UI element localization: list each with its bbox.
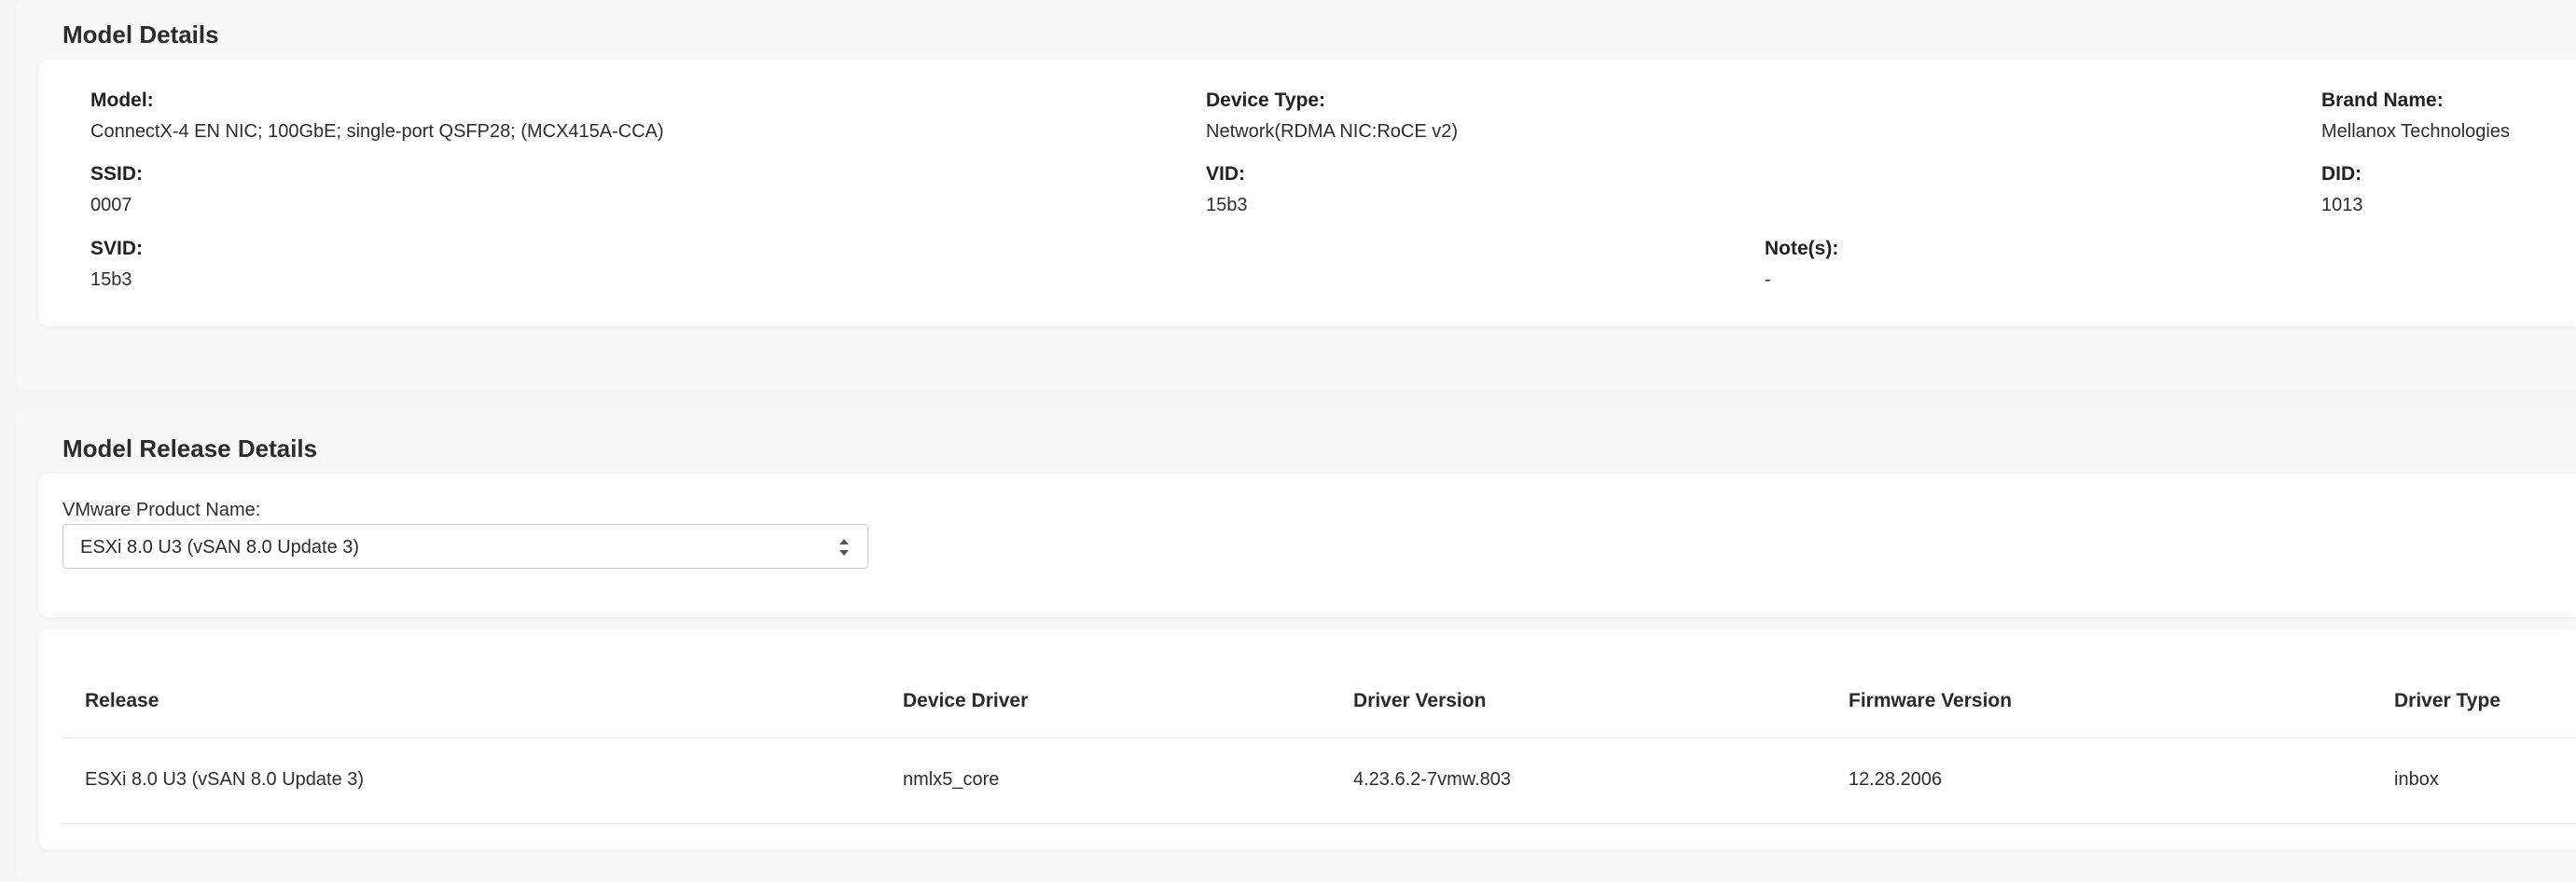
model-field: Model: ConnectX-4 EN NIC; 100GbE; single…	[90, 90, 664, 143]
row-divider	[62, 823, 2576, 824]
model-release-title: Model Release Details	[62, 434, 318, 462]
brand-name-value: Mellanox Technologies	[2321, 121, 2510, 142]
cell-firmware-version: 12.28.2006	[1849, 769, 1943, 790]
svid-field: SVID: 15b3	[90, 238, 143, 291]
vid-value: 15b3	[1206, 195, 1248, 215]
cell-device-driver: nmlx5_core	[903, 769, 1000, 790]
did-value: 1013	[2321, 195, 2363, 215]
notes-label: Note(s):	[1765, 238, 1839, 259]
device-type-field: Device Type: Network(RDMA NIC:RoCE v2)	[1206, 90, 1458, 143]
header-divider	[62, 737, 2576, 738]
product-select-label: VMware Product Name:	[62, 500, 261, 520]
product-select-card: VMware Product Name: ESXi 8.0 U3 (vSAN 8…	[39, 474, 2576, 617]
header-device-driver: Device Driver	[903, 690, 1029, 711]
vid-field: VID: 15b3	[1206, 163, 1248, 216]
model-details-card: Model: ConnectX-4 EN NIC; 100GbE; single…	[39, 60, 2576, 326]
cell-driver-type: inbox	[2394, 769, 2439, 790]
brand-name-label: Brand Name:	[2321, 90, 2444, 111]
notes-value: -	[1765, 269, 1771, 290]
header-driver-type: Driver Type	[2394, 690, 2500, 711]
sort-caret-icon	[839, 539, 849, 556]
product-select-value: ESXi 8.0 U3 (vSAN 8.0 Update 3)	[80, 537, 360, 558]
vid-label: VID:	[1206, 163, 1245, 185]
cell-release: ESXi 8.0 U3 (vSAN 8.0 Update 3)	[85, 769, 365, 790]
ssid-value: 0007	[90, 195, 132, 215]
model-details-title: Model Details	[62, 21, 219, 48]
notes-field: Note(s): -	[1765, 238, 1838, 291]
device-type-value: Network(RDMA NIC:RoCE v2)	[1206, 121, 1459, 142]
did-label: DID:	[2321, 163, 2362, 185]
header-firmware-version: Firmware Version	[1849, 690, 2013, 711]
svid-label: SVID:	[90, 238, 144, 259]
header-release: Release	[85, 690, 159, 711]
did-field: DID: 1013	[2321, 163, 2363, 216]
ssid-label: SSID:	[90, 163, 144, 185]
cell-driver-version: 4.23.6.2-7vmw.803	[1353, 769, 1511, 790]
product-select[interactable]: ESXi 8.0 U3 (vSAN 8.0 Update 3)	[62, 524, 868, 569]
header-driver-version: Driver Version	[1353, 690, 1487, 711]
device-type-label: Device Type:	[1206, 90, 1325, 111]
release-table: Release Device Driver Driver Version Fir…	[39, 629, 2576, 849]
svid-value: 15b3	[90, 269, 132, 290]
brand-name-field: Brand Name: Mellanox Technologies	[2321, 90, 2510, 143]
model-label: Model:	[90, 90, 154, 111]
model-details-panel: Model Details Model: ConnectX-4 EN NIC; …	[17, 0, 2576, 390]
ssid-field: SSID: 0007	[90, 163, 143, 216]
model-release-panel: Model Release Details VMware Product Nam…	[17, 410, 2576, 882]
model-value: ConnectX-4 EN NIC; 100GbE; single-port Q…	[90, 121, 664, 142]
